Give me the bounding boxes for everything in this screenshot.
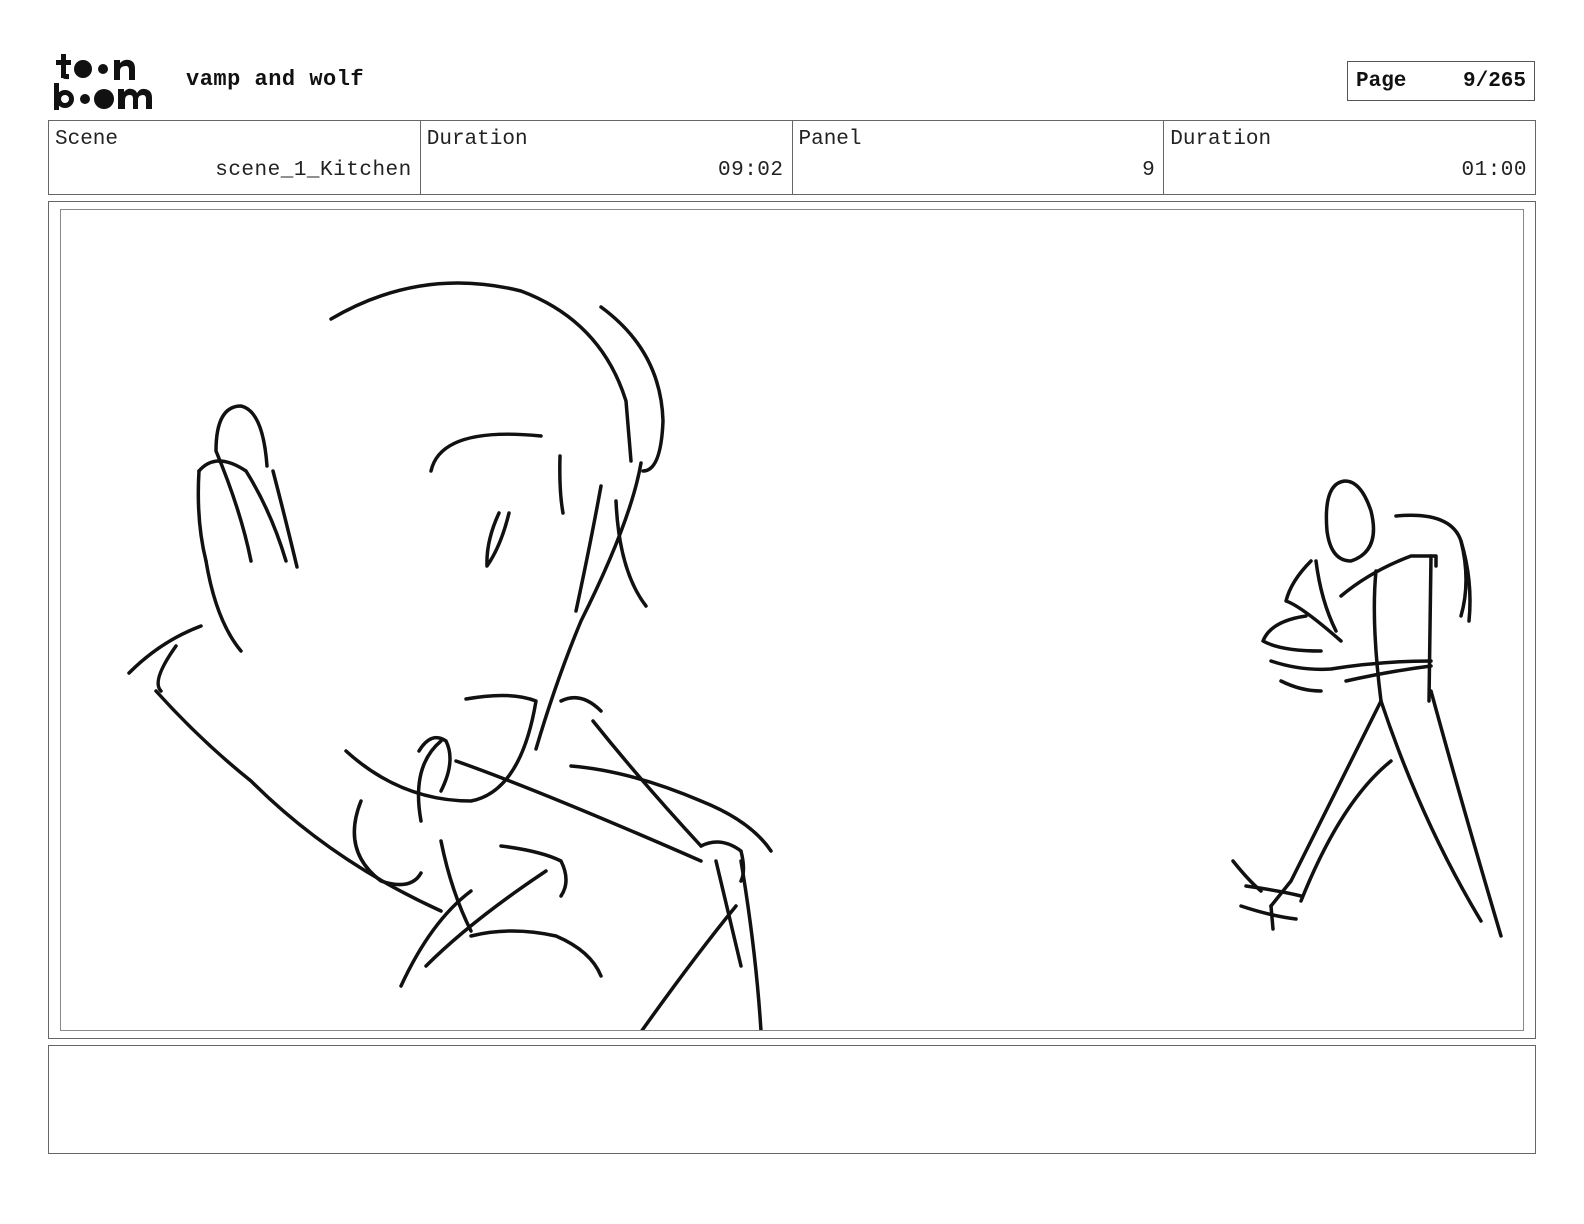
panel-notes — [48, 1045, 1536, 1154]
panel-duration-value: 01:00 — [1461, 159, 1527, 182]
storyboard-sketch — [127, 281, 1503, 1030]
scene-duration-cell: Duration 09:02 — [421, 121, 793, 194]
panel-image-area — [60, 209, 1524, 1031]
scene-label: Scene — [55, 128, 119, 151]
panel-duration-label: Duration — [1170, 128, 1272, 151]
toon-boom-logo — [54, 54, 152, 110]
scene-duration-label: Duration — [426, 128, 528, 151]
panel-label: Panel — [798, 128, 862, 151]
page-label: Page — [1356, 69, 1407, 93]
scene-cell: Scene scene_1_Kitchen — [49, 121, 421, 194]
panel-duration-cell: Duration 01:00 — [1164, 121, 1535, 194]
scene-value: scene_1_Kitchen — [215, 159, 412, 182]
panel-cell: Panel 9 — [793, 121, 1165, 194]
project-title: vamp and wolf — [186, 67, 365, 92]
panel-info-bar: Scene scene_1_Kitchen Duration 09:02 Pan… — [48, 120, 1536, 195]
page-number: 9/265 — [1462, 69, 1526, 93]
page-indicator: Page 9/265 — [1347, 61, 1535, 101]
scene-duration-value: 09:02 — [717, 159, 784, 182]
panel-value: 9 — [1142, 159, 1156, 182]
